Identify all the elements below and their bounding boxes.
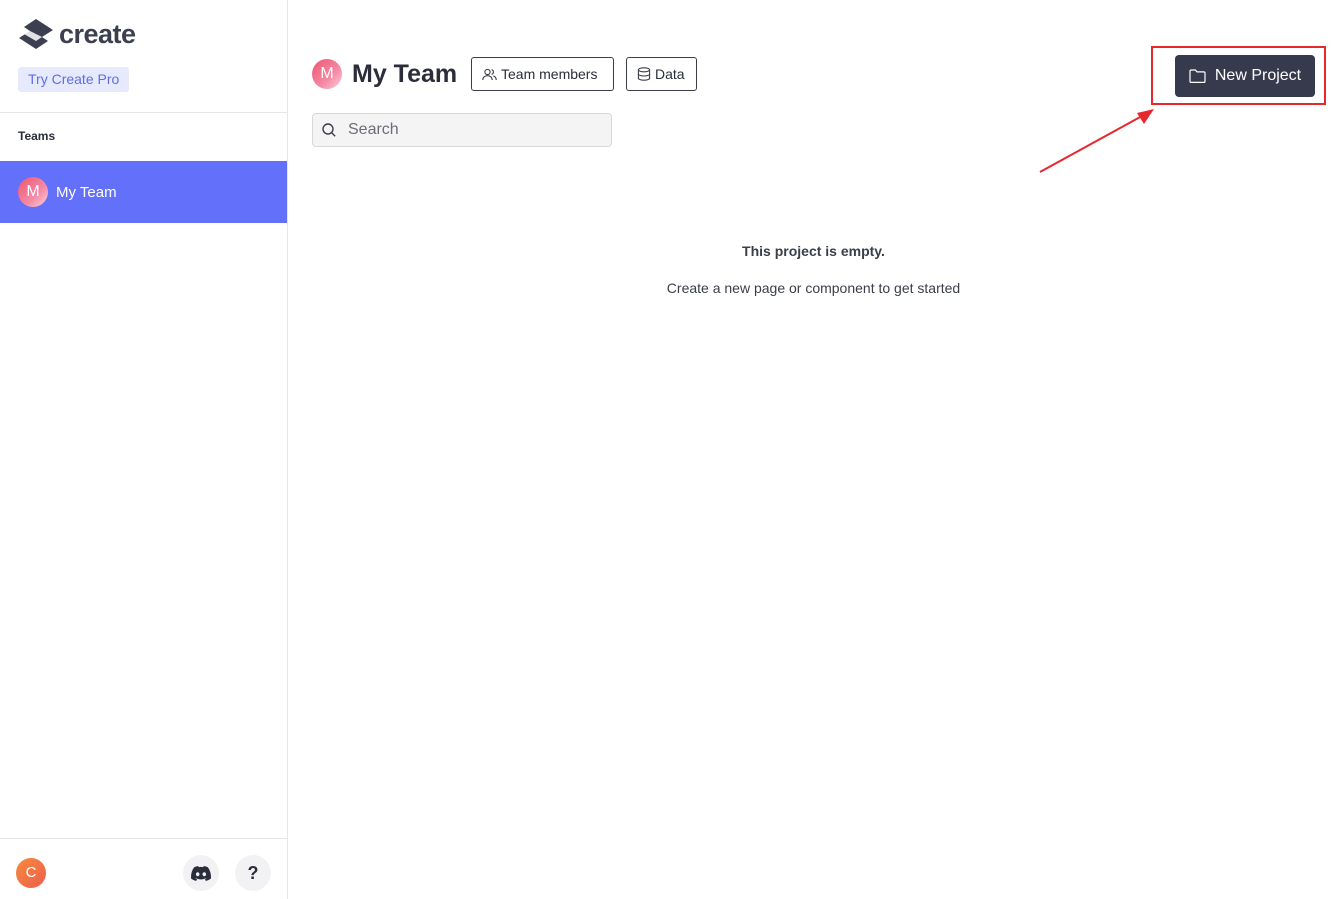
sidebar-item-label: My Team [56,183,117,201]
brand-name: create [59,18,136,49]
search-box[interactable] [312,113,612,147]
brand[interactable]: create [18,18,136,50]
annotation-arrow-icon [1039,109,1154,173]
empty-state-subtitle: Create a new page or component to get st… [666,280,961,296]
teams-section-label: Teams [18,129,56,143]
team-avatar: M [18,177,48,207]
team-members-label: Team members [501,66,598,82]
discord-button[interactable] [183,855,219,891]
search-input[interactable] [346,120,596,140]
search-icon [322,123,336,137]
try-pro-badge[interactable]: Try Create Pro [18,67,130,92]
sidebar-divider [0,112,287,113]
new-project-button[interactable]: New Project [1175,55,1315,97]
data-label: Data [655,66,685,82]
team-header: M My Team [312,57,457,91]
create-logo-icon [19,19,53,49]
users-icon [482,68,497,80]
team-members-button[interactable]: Team members [471,57,614,91]
new-project-label: New Project [1214,67,1302,84]
user-avatar[interactable]: C [16,858,46,888]
sidebar-footer-divider [0,838,287,839]
help-button[interactable]: ? [235,855,271,891]
page-title: My Team [352,59,458,88]
sidebar: create Try Create Pro Teams M My Team C … [0,0,288,899]
empty-state-title: This project is empty. [742,243,885,259]
data-button[interactable]: Data [626,57,697,91]
discord-icon [191,865,211,881]
folder-icon [1189,69,1206,83]
sidebar-item-my-team[interactable]: M My Team [0,161,287,223]
database-icon [637,67,651,81]
team-avatar: M [312,59,342,89]
